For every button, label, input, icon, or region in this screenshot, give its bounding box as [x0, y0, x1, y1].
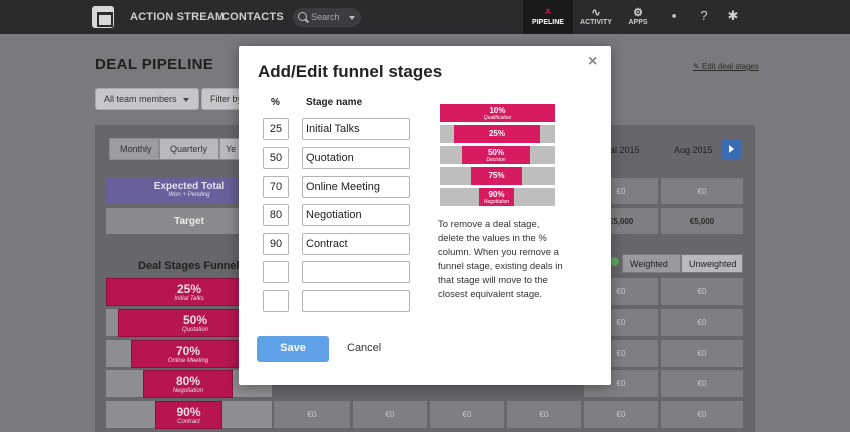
empty-cell: €0	[661, 309, 743, 336]
funnel-stage: 80% Negotiation	[143, 370, 233, 398]
empty-cell: €0	[661, 340, 743, 367]
tab-monthly[interactable]: Monthly	[109, 138, 159, 160]
funnel-stage: 70% Online Meeting	[131, 340, 245, 368]
search-placeholder: Search	[311, 12, 340, 22]
top-nav: ACTION STREAM CONTACTS Search ⩡ PIPELINE…	[0, 0, 850, 34]
unweighted-toggle[interactable]: Unweighted	[681, 254, 743, 273]
stage-percent-input[interactable]: 25	[263, 118, 289, 140]
stage-name-input[interactable]	[302, 290, 410, 312]
month-jul-2015: al 2015	[610, 145, 640, 155]
month-aug-2015: Aug 2015	[674, 145, 713, 155]
empty-cell: €0	[507, 401, 581, 428]
expected-cell: €0	[661, 178, 743, 204]
page-title: DEAL PIPELINE	[95, 56, 214, 73]
funnel-title: Deal Stages Funnel	[138, 260, 240, 272]
stage-percent-input[interactable]	[263, 290, 289, 312]
preview-stage-pct: 50%	[487, 148, 504, 157]
funnel-stage-pct: 90%	[176, 405, 201, 419]
help-icon[interactable]: ?	[697, 9, 711, 23]
filter-by-label: Filter by	[210, 94, 243, 104]
preview-stage: 25%	[454, 125, 540, 143]
chevron-down-icon	[182, 97, 189, 102]
edit-deal-stages-label: Edit deal stages	[701, 62, 759, 71]
funnel-stage-name: Negotiation	[172, 388, 204, 394]
cancel-button[interactable]: Cancel	[347, 342, 381, 354]
tab-pipeline-label: PIPELINE	[532, 19, 564, 26]
preview-stage: 50% Decision	[462, 146, 530, 164]
close-icon[interactable]: ×	[588, 53, 597, 71]
funnel-stage: 90% Contract	[155, 401, 222, 429]
preview-stage-pct: 25%	[488, 129, 505, 138]
pulse-icon: ∿	[591, 7, 601, 19]
empty-cell: €0	[353, 401, 427, 428]
funnel-preview: 10% Qualification 25% 50% Decision 75% 90%…	[440, 104, 555, 208]
stage-name-input[interactable]: Online Meeting	[302, 176, 410, 198]
nav-action-stream[interactable]: ACTION STREAM	[130, 11, 224, 23]
preview-stage-label: Negotiation	[483, 199, 510, 205]
dialog-title: Add/Edit funnel stages	[258, 62, 443, 81]
edit-deal-stages-link[interactable]: ✎ Edit deal stages	[693, 62, 759, 71]
chat-icon[interactable]: ▪	[667, 9, 681, 23]
empty-cell: €0	[274, 401, 350, 428]
tab-quarterly[interactable]: Quarterly	[159, 138, 219, 160]
next-period-button[interactable]	[721, 139, 741, 159]
tab-activity-label: ACTIVITY	[580, 19, 612, 26]
team-members-label: All team members	[104, 94, 177, 104]
team-members-select[interactable]: All team members	[95, 88, 199, 110]
tab-yearly[interactable]: Ye	[219, 138, 241, 160]
funnel-stage-name: Contract	[177, 419, 200, 425]
funnel-stage-pct: 70%	[175, 344, 201, 358]
preview-stage-label: Decision	[486, 157, 506, 163]
preview-stage-pct: 10%	[489, 106, 506, 115]
funnel-stage-pct: 80%	[175, 374, 201, 388]
empty-cell: €0	[661, 278, 743, 305]
search-icon	[298, 12, 307, 21]
funnel-stages-dialog: Add/Edit funnel stages × % Stage name 25…	[239, 46, 611, 385]
preview-stage-label: Qualification	[483, 115, 512, 121]
weighted-toggle[interactable]: Weighted	[622, 254, 681, 273]
tab-activity[interactable]: ∿ ACTIVITY	[575, 0, 617, 34]
stage-percent-input[interactable]: 80	[263, 204, 289, 226]
filter-by-button[interactable]: Filter by	[201, 88, 243, 110]
funnel-stage-name: Online Meeting	[167, 358, 209, 364]
stage-percent-input[interactable]: 50	[263, 147, 289, 169]
help-text: To remove a deal stage, delete the value…	[438, 219, 563, 300]
empty-cell: €0	[661, 370, 743, 397]
empty-cell: €0	[430, 401, 504, 428]
preview-stage-pct: 90%	[488, 190, 505, 199]
tab-apps-label: APPS	[628, 19, 648, 26]
target-cell[interactable]: €5,000	[661, 208, 743, 234]
preview-stage: 10% Qualification	[440, 104, 555, 122]
tab-apps[interactable]: ⚙ APPS	[620, 0, 656, 34]
preview-stage-pct: 75%	[488, 171, 505, 180]
stage-percent-input[interactable]	[263, 261, 289, 283]
funnel-icon: ⩡	[544, 6, 552, 18]
apps-icon: ⚙	[633, 7, 643, 19]
stage-name-input[interactable]: Contract	[302, 233, 410, 255]
stage-name-input[interactable]: Initial Talks	[302, 118, 410, 140]
stage-name-input[interactable]: Negotiation	[302, 204, 410, 226]
stage-name-column-header: Stage name	[306, 97, 363, 108]
search-box[interactable]: Search	[293, 8, 361, 27]
empty-cell: €0	[661, 401, 743, 428]
stage-name-input[interactable]: Quotation	[302, 147, 410, 169]
percent-column-header: %	[271, 97, 280, 108]
empty-cell: €0	[584, 401, 658, 428]
preview-stage: 90% Negotiation	[479, 188, 514, 206]
tab-pipeline[interactable]: ⩡ PIPELINE	[523, 0, 573, 34]
save-button[interactable]: Save	[257, 336, 329, 362]
preview-stage: 75%	[471, 167, 522, 185]
help-icon[interactable]	[610, 257, 619, 266]
stage-percent-input[interactable]: 90	[263, 233, 289, 255]
nav-contacts[interactable]: CONTACTS	[222, 11, 284, 23]
app-logo-icon[interactable]	[92, 6, 114, 28]
chevron-down-icon	[349, 16, 355, 20]
stage-percent-input[interactable]: 70	[263, 176, 289, 198]
stage-name-input[interactable]	[302, 261, 410, 283]
settings-icon[interactable]: ✱	[726, 9, 740, 23]
